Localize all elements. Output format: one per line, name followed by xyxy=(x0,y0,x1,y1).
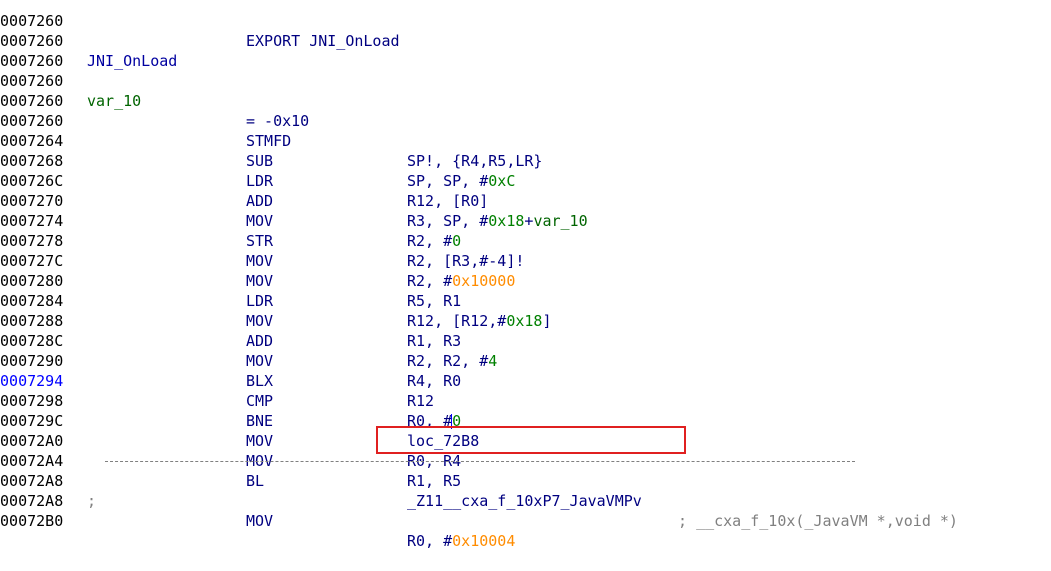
highlight-box xyxy=(376,426,686,454)
operand-text: R0, # xyxy=(407,532,453,550)
address: 000072B0 xyxy=(0,512,64,530)
instruction-row-current[interactable]: 00007294 CMP R0, #0 xyxy=(0,351,1051,430)
instruction-row[interactable]: 00007288 ADD R2, R2, #4 xyxy=(0,291,1051,370)
operands: R0, #0x10004 xyxy=(407,531,515,551)
listing-row[interactable]: 000072B0 xyxy=(0,491,1051,530)
instruction-row[interactable]: 00007270 MOV R2, #0 xyxy=(0,171,1051,250)
listing-row[interactable]: 00007260 EXPORT JNI_OnLoad xyxy=(0,0,1051,50)
instruction-row[interactable]: 0000729C MOV R0, R4 xyxy=(0,391,1051,470)
instruction-row[interactable]: 00007264 SUB SP, SP, #0xC xyxy=(0,111,1051,190)
instruction-row[interactable]: 00007284 MOV R1, R3 xyxy=(0,271,1051,350)
instruction-row[interactable]: 0000727C MOV R5, R1 xyxy=(0,231,1051,310)
instruction-row[interactable]: 00007278 MOV R2, #0x10000 xyxy=(0,211,1051,290)
listing-row[interactable]: 00007260 JNI_OnLoad xyxy=(0,11,1051,70)
instruction-row[interactable]: 0000728C MOV R4, R0 xyxy=(0,311,1051,390)
comment-semicolon: ; xyxy=(678,512,688,530)
operand-hex: 0x10004 xyxy=(452,532,516,550)
separator-row: 000072A8 ; xyxy=(0,451,1051,510)
instruction-row[interactable]: 00007260 STMFD SP!, {R4,R5,LR} xyxy=(0,91,1051,170)
separator-line xyxy=(105,461,855,462)
listing-row[interactable]: 00007260 xyxy=(0,31,1051,70)
instruction-row[interactable]: 00007274 STR R2, [R3,#-4]! xyxy=(0,191,1051,270)
mnemonic: MOV xyxy=(246,512,274,530)
instruction-row[interactable]: 0000726C ADD R3, SP, #0x18+var_10 xyxy=(0,151,1051,230)
listing-row[interactable]: 00007260 var_10 = -0x10 xyxy=(0,51,1051,130)
instruction-row[interactable]: 000072A8 MOV R0, #0x10004 xyxy=(0,471,1051,550)
instruction-row[interactable]: 00007290 BLX R12 xyxy=(0,331,1051,410)
demangled-name: __cxa_f_10x(_JavaVM *,void *) xyxy=(696,512,958,530)
listing-row[interactable]: 00007260 xyxy=(0,71,1051,110)
call-comment: ; __cxa_f_10x(_JavaVM *,void *) xyxy=(678,511,958,531)
instruction-row[interactable]: 00007280 LDR R12, [R12,#0x18] xyxy=(0,251,1051,330)
instruction-row[interactable]: 00007268 LDR R12, [R0] xyxy=(0,131,1051,210)
instruction-row[interactable]: 00007298 BNE loc_72B8 xyxy=(0,371,1051,450)
